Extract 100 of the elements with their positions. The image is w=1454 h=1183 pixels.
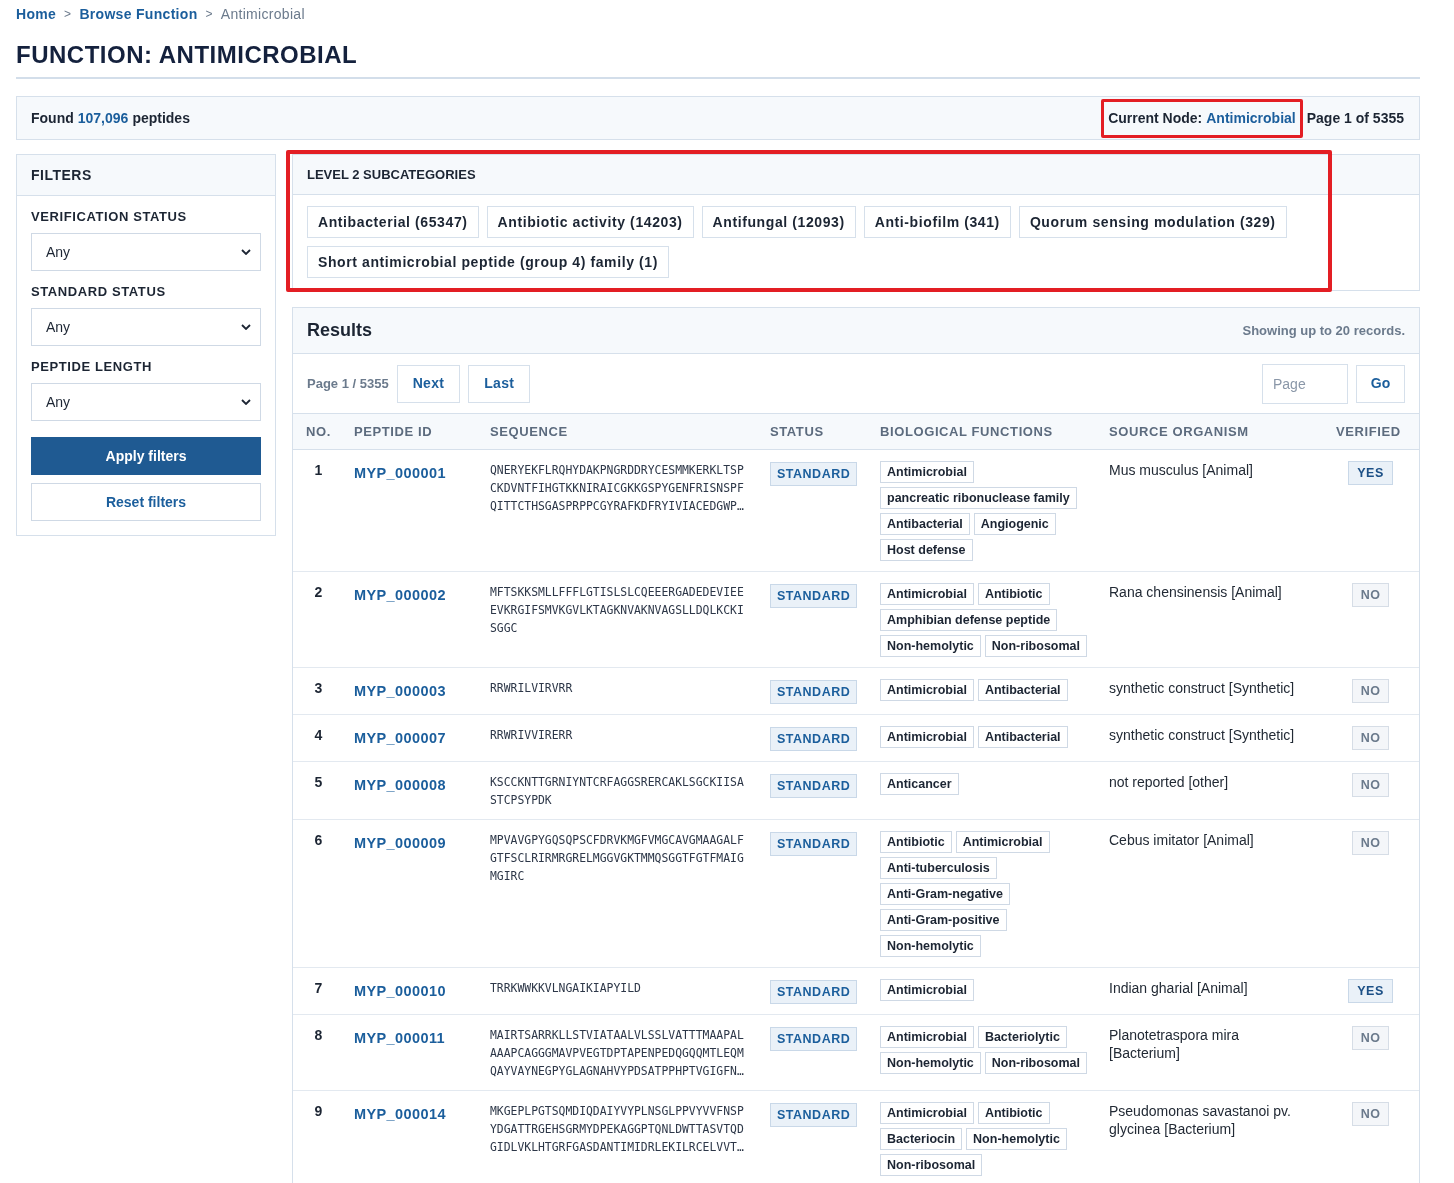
- peptide-id-link[interactable]: MYP_000003: [354, 682, 446, 700]
- function-tag: Antibiotic: [880, 831, 952, 853]
- last-page-button[interactable]: Last: [468, 364, 531, 403]
- breadcrumb-link[interactable]: Browse Function: [79, 6, 198, 22]
- column-header: STATUS: [770, 422, 825, 441]
- organism-text: Mus musculus [Animal]: [1109, 461, 1254, 479]
- filter-select[interactable]: Any: [31, 383, 261, 421]
- page-info: Page 1 of 5355: [1306, 108, 1404, 128]
- function-tag: Host defense: [880, 539, 973, 561]
- organism-text: Indian gharial [Animal]: [1109, 979, 1249, 997]
- sequence-text: MPVAVGPYGQSQPSCFDRVKMGFVMGCAVGMAAGALFGTFSCLRIRMRGRELMGGVGKTMMQSGGTFGTFMAIGMGIRC: [490, 832, 744, 885]
- function-tag: Antibiotic: [977, 583, 1050, 605]
- subcategory-chip[interactable]: Antibacterial (65347): [307, 206, 479, 238]
- status-badge: STANDARD: [770, 727, 858, 751]
- peptide-id-link[interactable]: MYP_000014: [354, 1105, 446, 1123]
- function-tag: Amphibian defense peptide: [880, 609, 1058, 631]
- verified-badge: NO: [1351, 831, 1390, 855]
- status-badge: STANDARD: [770, 832, 858, 856]
- function-tag: Antimicrobial: [955, 831, 1050, 853]
- peptide-id-link[interactable]: MYP_000001: [354, 464, 446, 482]
- chevron-down-icon: [241, 324, 251, 330]
- organism-text: Pseudomonas savastanoi pv. glycinea [Bacterium]: [1109, 1102, 1292, 1138]
- function-tag: Non-hemolytic: [880, 1052, 981, 1074]
- filters-title: FILTERS: [31, 165, 92, 185]
- function-tag: Antibacterial: [977, 679, 1068, 701]
- function-tag: Antimicrobial: [880, 979, 974, 1001]
- sequence-text: QNERYEKFLRQHYDAKPNGRDDRYCESMMKERKLTSPCKDVNTFIHGTKKNIRAICGKKGSPYGENFRISNSPFQITTCTHSGASPRPPCGYRAFKDFRYIVIACEDGWP…: [490, 462, 744, 515]
- sequence-text: MFTSKKSMLLFFFLGTISLSLCQEEERGADEDEVIEEEVKRGIFSMVKGVLKTAGKNVAKNVAGSLLDQLKCKISGGC: [490, 584, 744, 637]
- subcategory-chip[interactable]: Anti-biofilm (341): [863, 206, 1011, 238]
- go-button[interactable]: Go: [1356, 364, 1405, 403]
- filter-label: PEPTIDE LENGTH: [31, 359, 154, 375]
- status-badge: STANDARD: [770, 1103, 858, 1127]
- filter-select[interactable]: Any: [31, 308, 261, 346]
- filter-label: STANDARD STATUS: [31, 284, 167, 300]
- status-badge: STANDARD: [770, 774, 858, 798]
- results-note: Showing up to 20 records.: [1242, 321, 1405, 340]
- reset-filters-button[interactable]: Reset filters: [31, 483, 261, 521]
- row-number: 6: [313, 831, 324, 849]
- peptide-id-link[interactable]: MYP_000008: [354, 776, 446, 794]
- row-number: 1: [313, 461, 324, 479]
- current-node-link[interactable]: Antimicrobial: [1206, 107, 1296, 129]
- column-header: SEQUENCE: [490, 422, 569, 441]
- sequence-text: TRRKWWKKVLNGAIKIAPYILD: [490, 980, 642, 997]
- function-tag: Antibacterial: [880, 513, 970, 535]
- peptide-id-link[interactable]: MYP_000009: [354, 834, 446, 852]
- sequence-text: MAIRTSARRKLLSTVIATAALVLSSLVATTTMAAPALAAAPCAGGGMAVPVEGTDPTAPENPEDQGQQMTLEQMQAYVAYNEGPYGLAGNAHVYPDSATPPHPTVGIGFN…: [490, 1027, 744, 1080]
- verified-badge: NO: [1351, 1026, 1390, 1050]
- row-number: 8: [313, 1026, 324, 1044]
- breadcrumb-separator: >: [205, 6, 213, 22]
- subcategory-chip[interactable]: Antibiotic activity (14203): [486, 206, 694, 238]
- filter-label: VERIFICATION STATUS: [31, 209, 188, 225]
- function-tag: Antimicrobial: [880, 583, 974, 605]
- subcategory-chip[interactable]: Quorum sensing modulation (329): [1018, 206, 1287, 238]
- column-header: BIOLOGICAL FUNCTIONS: [880, 422, 1054, 441]
- function-tag: Antibacterial: [977, 726, 1068, 748]
- function-tag: Antibiotic: [977, 1102, 1050, 1124]
- apply-filters-button[interactable]: Apply filters: [31, 437, 261, 475]
- function-tag: Angiogenic: [973, 513, 1056, 535]
- verified-badge: NO: [1351, 679, 1390, 703]
- sequence-text: RRWRIVVIRERR: [490, 727, 574, 744]
- sequence-text: KSCCKNTTGRNIYNTCRFAGGSRERCAKLSGCKIISASTCPSYPDK: [490, 774, 744, 809]
- verified-badge: YES: [1348, 979, 1393, 1003]
- verified-badge: NO: [1351, 773, 1390, 797]
- function-tag: Anti-Gram-positive: [880, 909, 1007, 931]
- breadcrumb-link[interactable]: Home: [16, 6, 57, 22]
- organism-text: synthetic construct [Synthetic]: [1109, 679, 1296, 697]
- subcategory-chip[interactable]: Short antimicrobial peptide (group 4) family (1): [307, 246, 669, 278]
- sequence-text: RRWRILVIRVRR: [490, 680, 574, 697]
- verified-badge: YES: [1348, 461, 1393, 485]
- organism-text: Planotetraspora mira [Bacterium]: [1109, 1026, 1240, 1062]
- filter-select[interactable]: Any: [31, 233, 261, 271]
- organism-text: not reported [other]: [1109, 773, 1230, 791]
- function-tag: Bacteriocin: [880, 1128, 963, 1150]
- next-page-button[interactable]: Next: [396, 364, 461, 403]
- breadcrumb-current: Antimicrobial: [220, 6, 305, 22]
- peptide-id-link[interactable]: MYP_000010: [354, 982, 446, 1000]
- peptide-id-link[interactable]: MYP_000002: [354, 586, 446, 604]
- column-header: PEPTIDE ID: [354, 422, 434, 441]
- row-number: 3: [313, 679, 324, 697]
- status-badge: STANDARD: [770, 584, 858, 608]
- column-header: VERIFIED: [1336, 422, 1402, 441]
- breadcrumb-separator: >: [64, 6, 72, 22]
- page-input-field[interactable]: Page: [1262, 363, 1348, 404]
- subcategories-title: LEVEL 2 SUBCATEGORIES: [307, 165, 476, 184]
- function-tag: Anti-Gram-negative: [880, 883, 1010, 905]
- sequence-text: MKGEPLPGTSQMDIQDAIYVYPLNSGLPPVYVVFNSPYDGATTRGEHSGRMYDPEKAGGPTQNLDWTTASVTQDGIDLVKLHTGRFGASDANTIMIDRLEKILRCELVVT…: [490, 1103, 744, 1156]
- peptide-id-link[interactable]: MYP_000011: [354, 1029, 446, 1047]
- status-badge: STANDARD: [770, 462, 858, 486]
- row-number: 7: [313, 979, 324, 997]
- verified-badge: NO: [1351, 726, 1390, 750]
- row-number: 2: [313, 583, 324, 601]
- function-tag: Non-ribosomal: [880, 1154, 983, 1176]
- chevron-down-icon: [241, 249, 251, 255]
- page-title: FUNCTION: ANTIMICROBIAL: [16, 41, 358, 69]
- found-count: 107,096: [77, 108, 129, 128]
- current-node-label: Current Node:: [1108, 108, 1203, 128]
- function-tag: Non-hemolytic: [966, 1128, 1067, 1150]
- peptide-id-link[interactable]: MYP_000007: [354, 729, 446, 747]
- subcategory-chip[interactable]: Antifungal (12093): [701, 206, 856, 238]
- results-title: Results: [307, 319, 373, 342]
